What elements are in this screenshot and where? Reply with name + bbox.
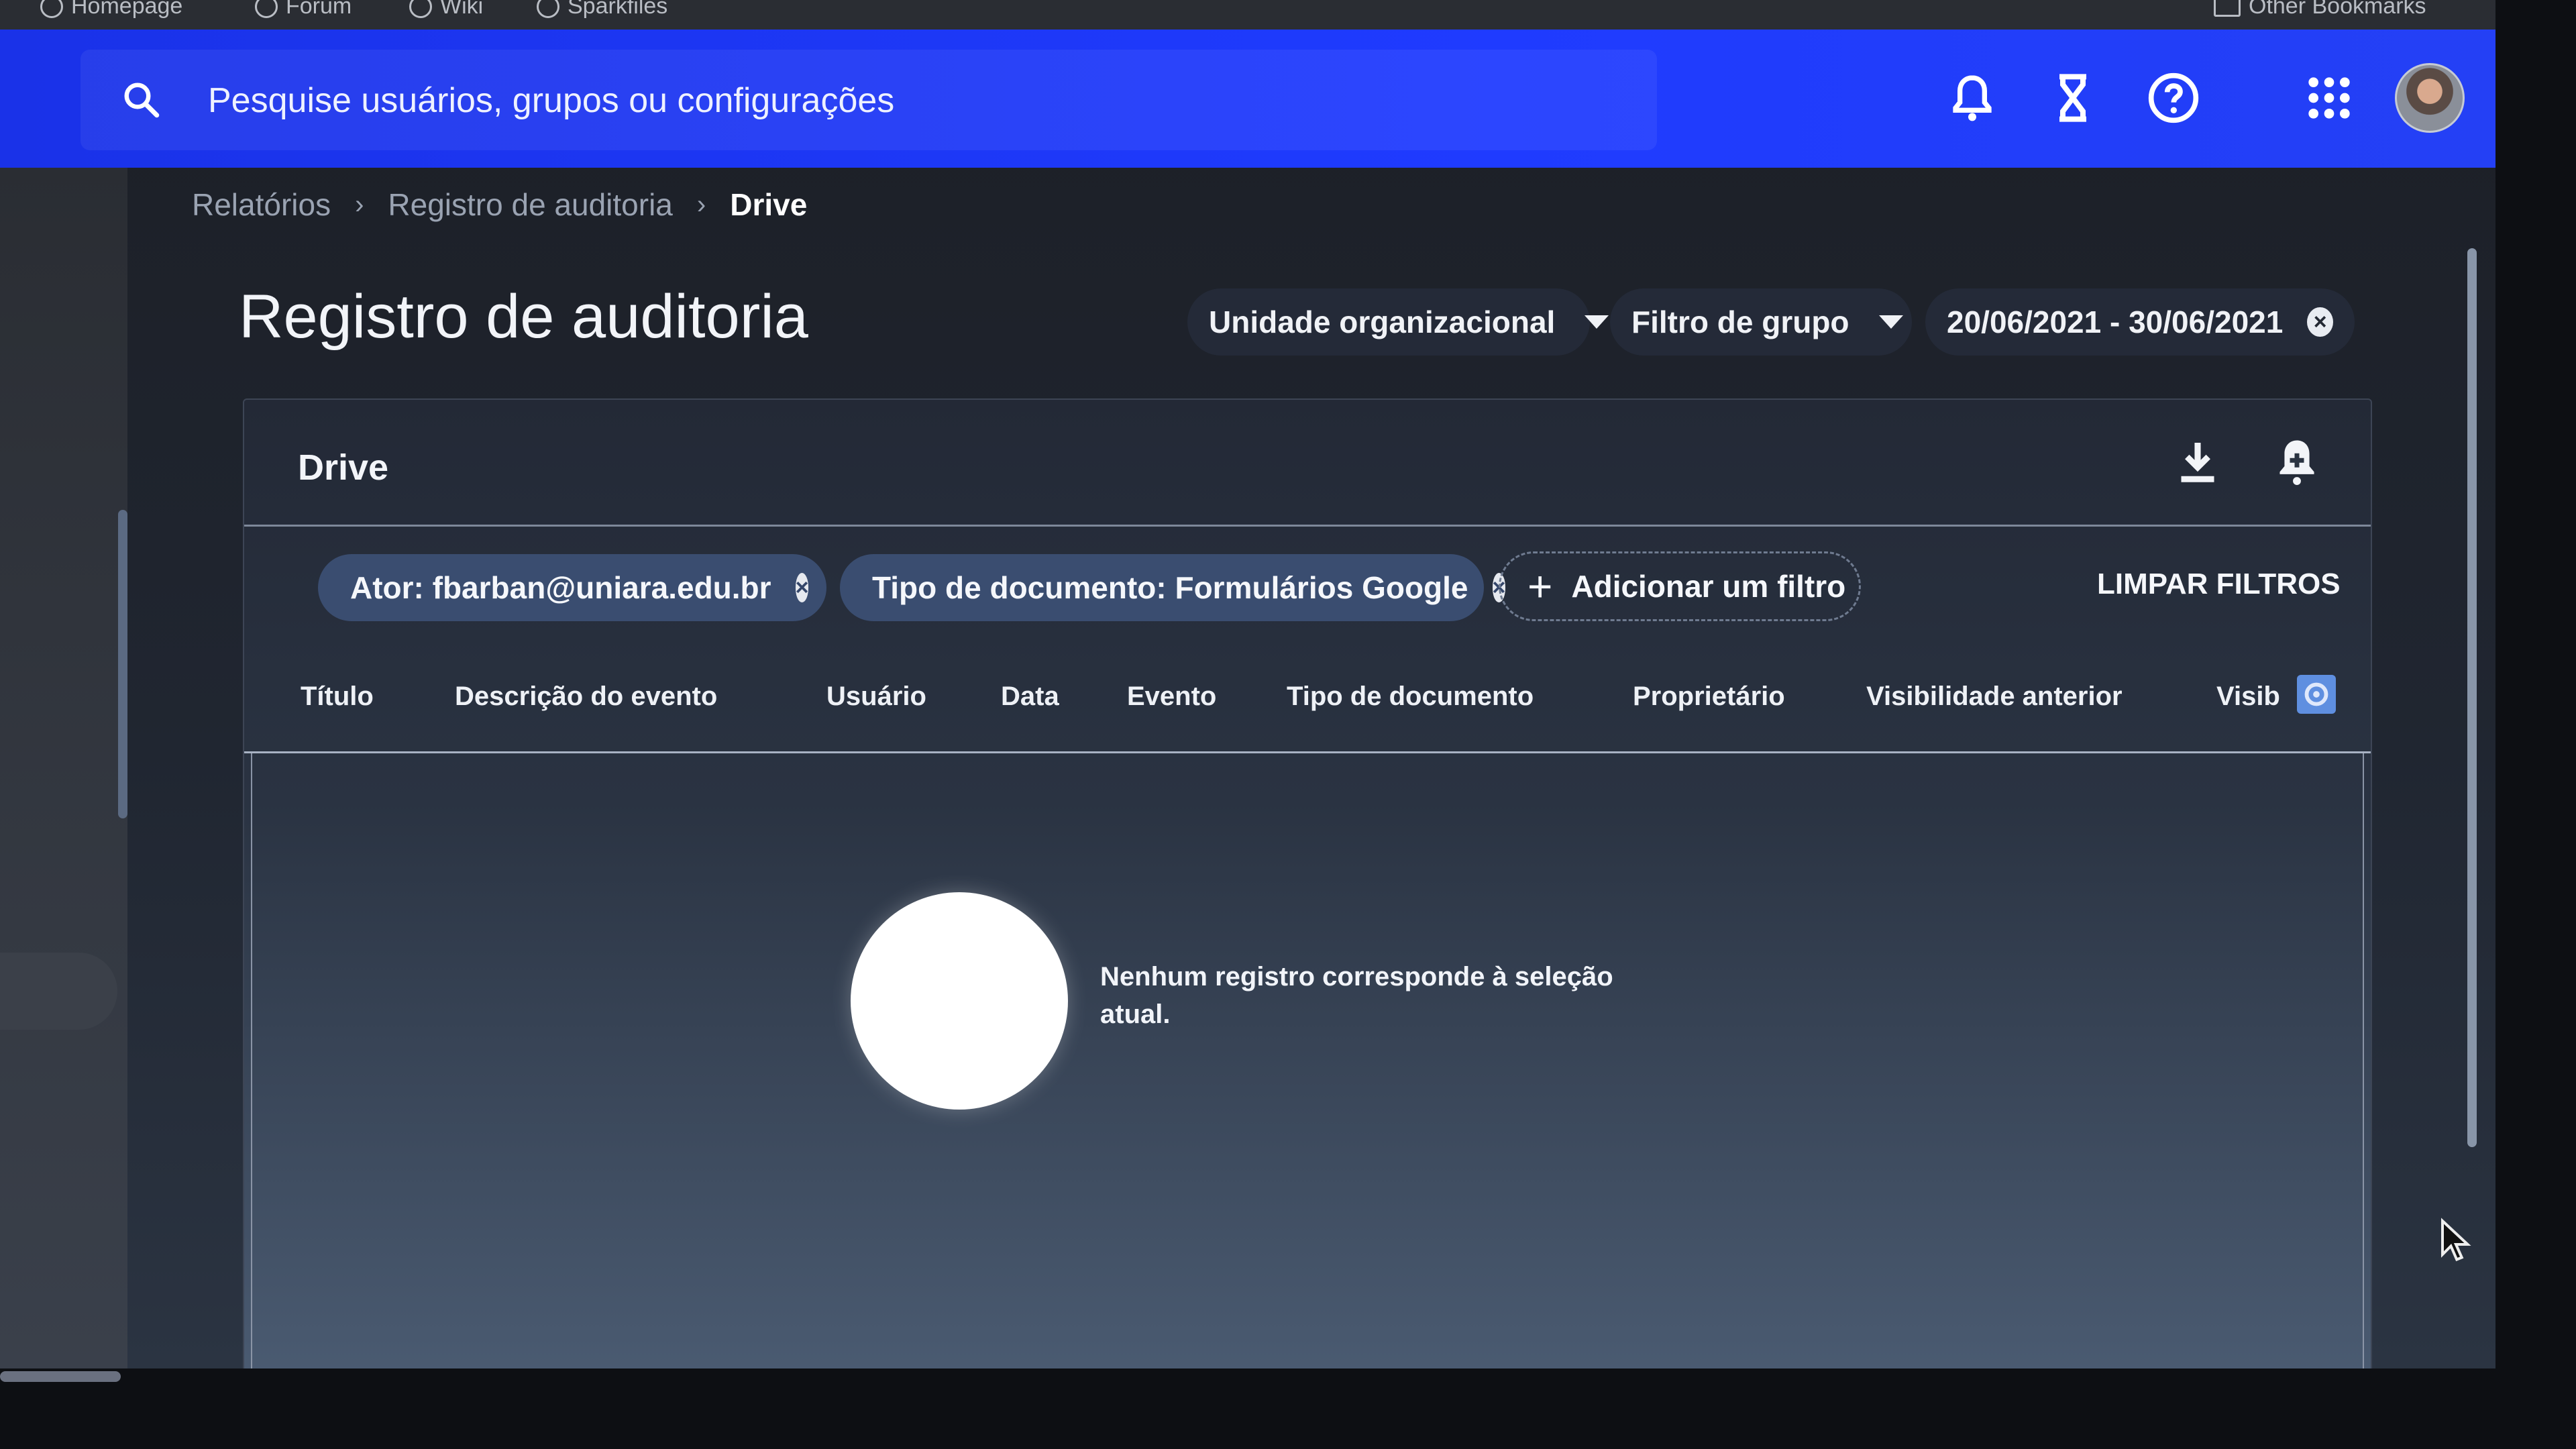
column-header-event-description[interactable]: Descrição do evento (455, 682, 717, 712)
screen: Homepage Forum Wiki Sparkfiles Other Boo… (0, 0, 2496, 1368)
clear-filters-button[interactable]: LIMPAR FILTROS (2097, 568, 2341, 601)
left-scrollbar[interactable] (118, 510, 127, 818)
globe-icon (409, 0, 432, 18)
left-nav-rail (0, 168, 127, 1368)
org-unit-dropdown[interactable]: Unidade organizacional (1187, 288, 1609, 356)
breadcrumb: Relatórios › Registro de auditoria › Dri… (192, 186, 807, 223)
add-filter-label: Adicionar um filtro (1571, 569, 1846, 604)
clear-date-icon[interactable]: × (2307, 307, 2333, 337)
breadcrumb-reports[interactable]: Relatórios (192, 186, 331, 223)
folder-icon (2214, 0, 2241, 17)
column-header-prior-visibility[interactable]: Visibilidade anterior (1866, 682, 2123, 712)
add-alert-icon[interactable] (2269, 433, 2325, 490)
bookmarks-bar: Homepage Forum Wiki Sparkfiles Other Boo… (0, 0, 2496, 30)
chevron-right-icon: › (355, 189, 364, 219)
filter-chip-actor[interactable]: Ator: fbarban@uniara.edu.br × (318, 554, 826, 621)
empty-state-illustration (851, 892, 1068, 1110)
help-icon[interactable] (2147, 71, 2200, 125)
column-header-owner[interactable]: Proprietário (1633, 682, 1785, 712)
bookmark-other[interactable]: Other Bookmarks (2214, 0, 2426, 19)
table-body (251, 753, 2364, 1368)
horizontal-scrollbar[interactable] (0, 1371, 121, 1382)
filter-chip-label: Tipo de documento: Formulários Google (872, 570, 1468, 605)
nav-item[interactable] (0, 953, 117, 1030)
globe-icon (40, 0, 63, 18)
breadcrumb-drive: Drive (730, 187, 808, 222)
search-input[interactable]: Pesquise usuários, grupos ou configuraçõ… (208, 80, 894, 121)
date-range-label: 20/06/2021 - 30/06/2021 (1947, 305, 2284, 339)
drive-report-card: Drive Ator: fbarban@uniara.edu.br × Tipo… (243, 398, 2372, 1368)
apps-icon[interactable] (2302, 71, 2356, 125)
search-icon (124, 83, 160, 118)
globe-icon (255, 0, 278, 18)
search-box[interactable]: Pesquise usuários, grupos ou configuraçõ… (80, 50, 1657, 150)
column-header-event[interactable]: Evento (1127, 682, 1216, 712)
page-title: Registro de auditoria (239, 282, 808, 351)
page-scrollbar[interactable] (2467, 248, 2477, 1147)
column-header-date[interactable]: Data (1001, 682, 1059, 712)
card-title: Drive (298, 447, 389, 488)
group-filter-label: Filtro de grupo (1631, 305, 1849, 339)
group-filter-dropdown[interactable]: Filtro de grupo (1610, 288, 1912, 356)
filter-chip-label: Ator: fbarban@uniara.edu.br (350, 570, 771, 605)
column-header-user[interactable]: Usuário (826, 682, 926, 712)
download-icon[interactable] (2169, 433, 2226, 490)
caret-down-icon (1585, 315, 1609, 329)
bookmark-wiki[interactable]: Wiki (409, 0, 483, 19)
org-unit-label: Unidade organizacional (1209, 305, 1556, 339)
avatar[interactable] (2395, 63, 2465, 133)
caret-down-icon (1878, 315, 1903, 329)
mouse-cursor-icon (2441, 1218, 2471, 1262)
notifications-icon[interactable] (1945, 71, 1999, 125)
column-header-visibility[interactable]: Visib (2216, 682, 2280, 712)
plus-icon: + (1527, 562, 1553, 610)
bookmark-homepage[interactable]: Homepage (40, 0, 182, 19)
globe-icon (537, 0, 559, 18)
divider (244, 525, 2371, 527)
add-filter-button[interactable]: + Adicionar um filtro (1499, 551, 1861, 621)
hourglass-icon[interactable] (2046, 71, 2100, 125)
column-header-title[interactable]: Título (301, 682, 374, 712)
column-header-doc-type[interactable]: Tipo de documento (1287, 682, 1534, 712)
date-range-chip[interactable]: 20/06/2021 - 30/06/2021 × (1925, 288, 2355, 356)
filter-chip-doc-type[interactable]: Tipo de documento: Formulários Google × (840, 554, 1506, 621)
empty-state-message: Nenhum registro corresponde à seleção at… (1100, 962, 1613, 1029)
table-header-row: Título Descrição do evento Usuário Data … (244, 641, 2371, 751)
column-settings-icon[interactable] (2297, 675, 2336, 714)
breadcrumb-audit-log[interactable]: Registro de auditoria (388, 186, 672, 223)
top-app-bar: Pesquise usuários, grupos ou configuraçõ… (0, 30, 2496, 168)
bookmark-sparkfiles[interactable]: Sparkfiles (537, 0, 667, 19)
chevron-right-icon: › (696, 189, 706, 219)
remove-filter-icon[interactable]: × (795, 573, 809, 602)
bookmark-forum[interactable]: Forum (255, 0, 352, 19)
